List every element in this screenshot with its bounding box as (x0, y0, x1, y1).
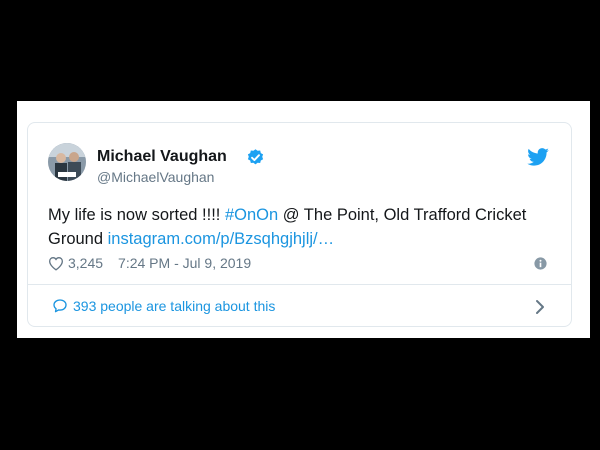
speech-bubble-icon (53, 299, 67, 313)
info-icon[interactable] (534, 257, 547, 270)
tweet-text-part: My life is now sorted !!!! (48, 206, 225, 224)
twitter-bird-icon[interactable] (527, 148, 549, 166)
tweet-text: My life is now sorted !!!! #OnOn @ The P… (48, 203, 558, 251)
like-count[interactable]: 3,245 (68, 255, 103, 271)
tweet-body: Michael Vaughan @MichaelVaughan My life … (28, 123, 571, 284)
chevron-right-icon[interactable] (535, 299, 545, 315)
tweet-meta: 3,245 7:24 PM - Jul 9, 2019 (48, 254, 251, 272)
hashtag-link[interactable]: #OnOn (225, 206, 278, 224)
heart-icon[interactable] (48, 256, 64, 271)
tweet-timestamp[interactable]: 7:24 PM - Jul 9, 2019 (118, 255, 251, 271)
avatar[interactable] (48, 143, 86, 181)
author-display-name[interactable]: Michael Vaughan (97, 148, 227, 166)
verified-badge-icon (247, 149, 264, 165)
instagram-link[interactable]: instagram.com/p/Bzsqhgjhjlj/… (108, 230, 335, 248)
conversation-link[interactable]: 393 people are talking about this (28, 285, 571, 326)
author-handle[interactable]: @MichaelVaughan (97, 169, 214, 185)
tweet-card[interactable]: Michael Vaughan @MichaelVaughan My life … (27, 122, 572, 327)
conversation-count[interactable]: 393 people are talking about this (73, 298, 275, 314)
